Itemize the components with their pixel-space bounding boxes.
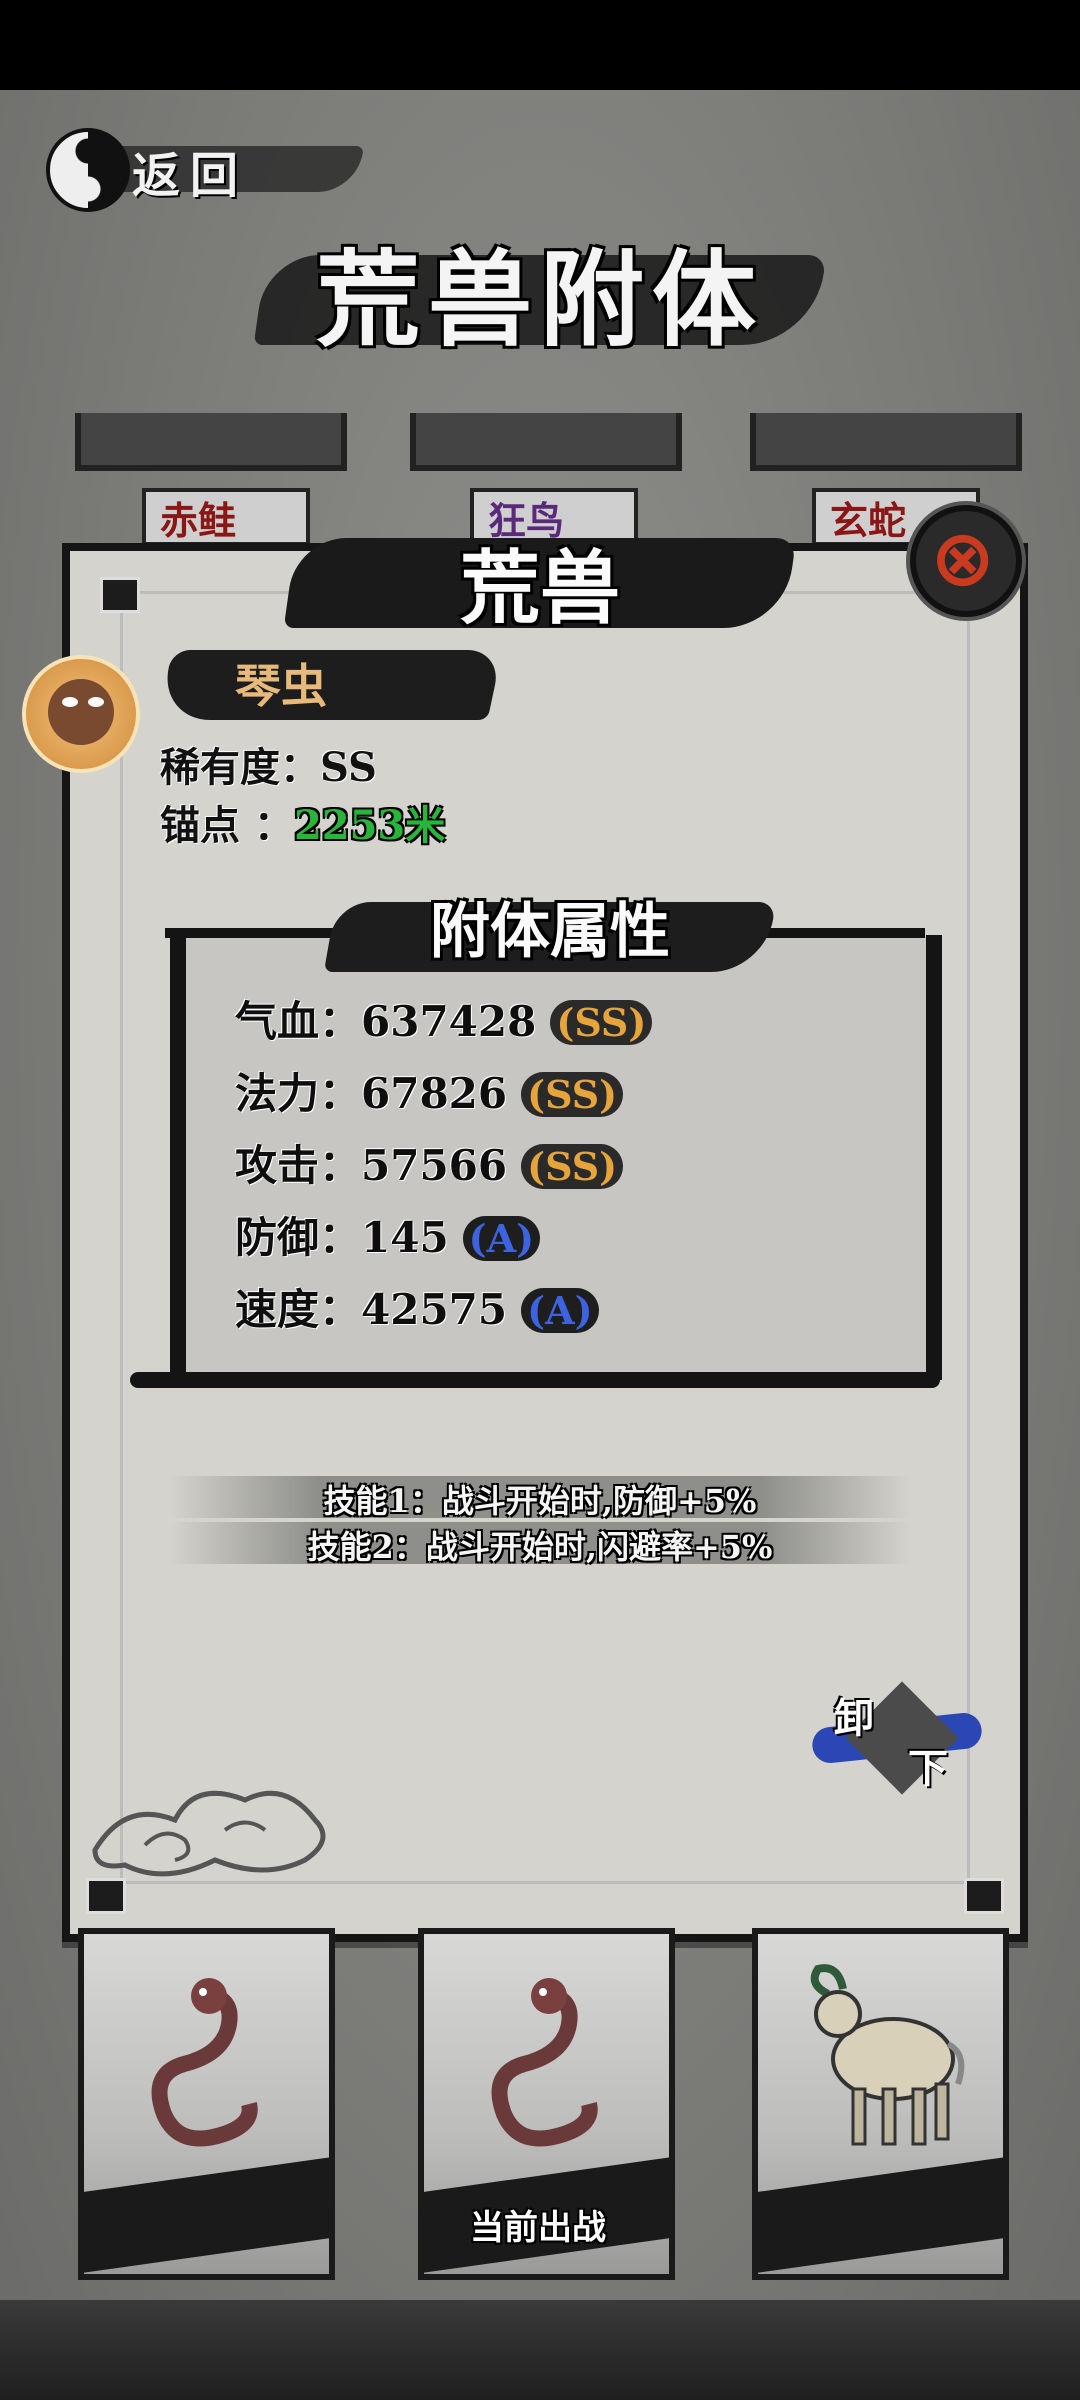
attr-label: 速度：42575 — [235, 1285, 508, 1334]
tab-chi-gui[interactable]: 赤鲑 — [160, 490, 236, 545]
beast-card-1[interactable] — [78, 1928, 335, 2280]
unequip-button[interactable]: 卸 下 — [810, 1680, 984, 1810]
tab-xuan-she[interactable]: 玄蛇 — [830, 490, 906, 545]
attr-label: 防御：145 — [235, 1213, 449, 1262]
attr-grade: (A) — [521, 1288, 599, 1333]
attributes-title: 附体属性 — [430, 897, 670, 967]
top-frame-2 — [410, 413, 682, 471]
close-icon: ⊗ — [930, 514, 996, 604]
cloud-decoration — [92, 1790, 326, 1877]
screen: 返回 荒兽附体 赤鲑 狂鸟 玄蛇 荒兽 ⊗ 琴虫 稀有度：SS 锚点 ：2253… — [0, 0, 1080, 2400]
avatar-face — [48, 679, 114, 745]
attr-grade: (A) — [462, 1216, 541, 1261]
dialog-title-area: 荒兽 — [283, 510, 797, 635]
goat-beast-icon — [810, 1964, 965, 2146]
attr-label: 攻击：57566 — [235, 1141, 508, 1190]
page-title: 荒兽附体 — [315, 238, 764, 361]
attr-row-hp: 气血：637428 (SS) — [235, 988, 653, 1049]
anchor-value: 2253米 — [293, 802, 446, 849]
unequip-label-1: 卸 — [834, 1695, 874, 1742]
attr-row-defense: 防御：145 (A) — [235, 1204, 541, 1265]
avatar[interactable] — [22, 655, 140, 773]
avatar-eye — [62, 697, 78, 707]
attr-grade: (SS) — [521, 1144, 624, 1189]
anchor-label: 锚点 ： — [160, 802, 294, 849]
attr-row-mana: 法力：67826 (SS) — [235, 1060, 624, 1121]
top-frame-3 — [750, 413, 1022, 471]
snake-icon — [151, 1978, 258, 2147]
rarity-text: 稀有度：SS — [160, 744, 377, 791]
attr-grade: (SS) — [521, 1072, 624, 1117]
corner-ornament — [964, 1878, 1004, 1914]
attributes-title-area: 附体属性 — [323, 878, 777, 978]
attr-row-speed: 速度：42575 (A) — [235, 1276, 599, 1337]
anchor-line: 锚点 ：2253米 — [160, 793, 445, 851]
nav-bar — [0, 2300, 1080, 2400]
unequip-label-2: 下 — [908, 1745, 948, 1792]
attr-row-attack: 攻击：57566 (SS) — [235, 1132, 624, 1193]
scroll-rod-bottom — [130, 1372, 940, 1388]
page-title-area: 荒兽附体 — [253, 215, 827, 361]
dialog-title: 荒兽 — [460, 541, 620, 635]
beast-name: 琴虫 — [235, 659, 327, 713]
attr-label: 气血：637428 — [235, 997, 537, 1046]
attr-label: 法力：67826 — [235, 1069, 508, 1118]
current-battle-label: 当前出战 — [470, 2208, 606, 2248]
back-button[interactable]: 返回 — [40, 128, 365, 212]
beast-name-brush — [157, 650, 503, 720]
corner-ornament — [100, 577, 140, 613]
beast-name-banner: 琴虫 — [157, 642, 503, 726]
attr-grade: (SS) — [550, 1000, 653, 1045]
skill-2-text: 技能2：战斗开始时,闪避率+5% — [307, 1528, 773, 1566]
card-ink — [758, 2153, 1003, 2274]
avatar-eye — [88, 697, 104, 707]
close-button[interactable]: ⊗ — [910, 505, 1022, 617]
skill-1-text: 技能1：战斗开始时,防御+5% — [323, 1482, 757, 1520]
yin-yang-icon — [46, 128, 130, 212]
beast-card-3[interactable] — [752, 1928, 1009, 2280]
top-frame-1 — [75, 413, 347, 471]
status-bar — [0, 0, 1080, 90]
back-label: 返回 — [132, 148, 249, 204]
snake-icon — [491, 1978, 598, 2147]
